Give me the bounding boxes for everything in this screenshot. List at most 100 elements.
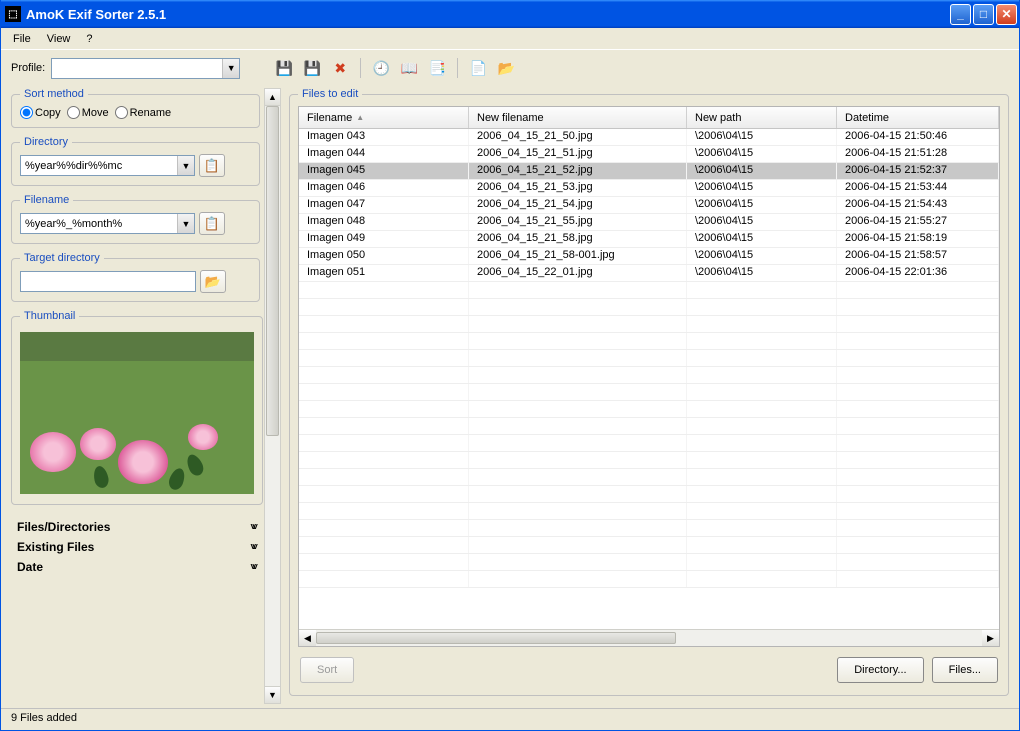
new-icon[interactable]: 📄	[466, 56, 490, 80]
table-row[interactable]: Imagen 0472006_04_15_21_54.jpg\2006\04\1…	[299, 197, 999, 214]
history-icon[interactable]: 🕘	[369, 56, 393, 80]
table-row-empty	[299, 333, 999, 350]
titlebar[interactable]: ⬚ AmoK Exif Sorter 2.5.1 _ □ ✕	[1, 0, 1019, 28]
menu-help[interactable]: ?	[78, 31, 100, 47]
table-hscrollbar[interactable]: ◀ ▶	[299, 629, 999, 646]
files-button[interactable]: Files...	[932, 657, 998, 683]
cell-datetime: 2006-04-15 21:55:27	[837, 214, 999, 230]
radio-rename[interactable]: Rename	[115, 106, 172, 119]
target-group: Target directory 📂	[11, 252, 260, 302]
app-icon: ⬚	[5, 6, 21, 22]
files-group: Files to edit Filename▲ New filename New…	[289, 88, 1009, 696]
table-row-empty	[299, 282, 999, 299]
menu-file[interactable]: File	[5, 31, 39, 47]
radio-move[interactable]: Move	[67, 106, 109, 119]
directory-button[interactable]: Directory...	[837, 657, 923, 683]
chevron-down-icon[interactable]: ▼	[177, 214, 194, 233]
open-folder-icon[interactable]: 📂	[494, 56, 518, 80]
cell-new-filename: 2006_04_15_21_53.jpg	[469, 180, 687, 196]
table-row[interactable]: Imagen 0432006_04_15_21_50.jpg\2006\04\1…	[299, 129, 999, 146]
files-legend: Files to edit	[298, 88, 362, 100]
directory-browse-icon[interactable]: 📋	[199, 154, 225, 177]
cell-new-filename: 2006_04_15_21_58-001.jpg	[469, 248, 687, 264]
table-row-empty	[299, 503, 999, 520]
directory-group: Directory ▼ 📋	[11, 136, 260, 186]
table-row-empty	[299, 520, 999, 537]
save-all-icon[interactable]: 💾	[300, 56, 324, 80]
scrollbar-thumb[interactable]	[266, 106, 279, 436]
target-legend: Target directory	[20, 252, 104, 264]
sort-asc-icon: ▲	[356, 113, 364, 122]
acc-existing-files[interactable]: Existing Files ˅˅	[15, 537, 256, 557]
scroll-up-icon[interactable]: ▲	[265, 89, 280, 106]
profile-combo[interactable]: ▼	[51, 58, 240, 79]
acc-files-directories[interactable]: Files/Directories ˅˅	[15, 517, 256, 537]
table-row-empty	[299, 384, 999, 401]
cell-new-path: \2006\04\15	[687, 146, 837, 162]
scroll-right-icon[interactable]: ▶	[982, 630, 999, 646]
scroll-down-icon[interactable]: ▼	[265, 686, 280, 703]
hscrollbar-thumb[interactable]	[316, 632, 676, 644]
chevron-down-icon[interactable]: ▼	[222, 59, 239, 78]
cell-datetime: 2006-04-15 21:58:19	[837, 231, 999, 247]
window-title: AmoK Exif Sorter 2.5.1	[26, 7, 950, 22]
menubar: File View ?	[1, 28, 1019, 50]
col-new-filename[interactable]: New filename	[469, 107, 687, 128]
profile-toolbar: Profile: ▼ 💾 💾 ✖ 🕘 📖 📑 📄 📂	[1, 50, 1019, 84]
filename-browse-icon[interactable]: 📋	[199, 212, 225, 235]
minimize-button[interactable]: _	[950, 4, 971, 25]
filename-combo[interactable]: ▼	[20, 213, 195, 234]
delete-icon[interactable]: ✖	[328, 56, 352, 80]
sort-button[interactable]: Sort	[300, 657, 354, 683]
cell-datetime: 2006-04-15 21:58:57	[837, 248, 999, 264]
cell-new-path: \2006\04\15	[687, 265, 837, 281]
table-row-empty	[299, 299, 999, 316]
cell-new-path: \2006\04\15	[687, 214, 837, 230]
col-datetime[interactable]: Datetime	[837, 107, 999, 128]
thumbnail-legend: Thumbnail	[20, 310, 79, 322]
table-row[interactable]: Imagen 0512006_04_15_22_01.jpg\2006\04\1…	[299, 265, 999, 282]
directory-combo[interactable]: ▼	[20, 155, 195, 176]
cell-new-filename: 2006_04_15_21_50.jpg	[469, 129, 687, 145]
cell-datetime: 2006-04-15 21:54:43	[837, 197, 999, 213]
left-scrollbar[interactable]: ▲ ▼	[264, 88, 281, 704]
filename-input[interactable]	[21, 214, 177, 233]
chevron-down-icon[interactable]: ▼	[177, 156, 194, 175]
cell-new-filename: 2006_04_15_22_01.jpg	[469, 265, 687, 281]
target-input[interactable]	[20, 271, 196, 292]
cell-new-path: \2006\04\15	[687, 231, 837, 247]
scroll-left-icon[interactable]: ◀	[299, 630, 316, 646]
table-row-empty	[299, 554, 999, 571]
button-row: Sort Directory... Files...	[298, 647, 1000, 687]
cell-filename: Imagen 049	[299, 231, 469, 247]
chevron-down-icon: ˅˅	[250, 562, 254, 573]
maximize-button[interactable]: □	[973, 4, 994, 25]
table-row[interactable]: Imagen 0442006_04_15_21_51.jpg\2006\04\1…	[299, 146, 999, 163]
profile-input[interactable]	[52, 59, 222, 78]
table-row-empty	[299, 469, 999, 486]
cell-datetime: 2006-04-15 21:51:28	[837, 146, 999, 162]
col-filename[interactable]: Filename▲	[299, 107, 469, 128]
menu-view[interactable]: View	[39, 31, 79, 47]
apply-icon[interactable]: 📑	[425, 56, 449, 80]
table-row[interactable]: Imagen 0452006_04_15_21_52.jpg\2006\04\1…	[299, 163, 999, 180]
book-icon[interactable]: 📖	[397, 56, 421, 80]
toolbar-separator	[457, 58, 458, 78]
filename-group: Filename ▼ 📋	[11, 194, 260, 244]
save-profile-icon[interactable]: 💾	[272, 56, 296, 80]
table-row[interactable]: Imagen 0482006_04_15_21_55.jpg\2006\04\1…	[299, 214, 999, 231]
app-window: ⬚ AmoK Exif Sorter 2.5.1 _ □ ✕ File View…	[0, 0, 1020, 731]
table-row-empty	[299, 435, 999, 452]
directory-input[interactable]	[21, 156, 177, 175]
table-row-empty	[299, 537, 999, 554]
table-row[interactable]: Imagen 0502006_04_15_21_58-001.jpg\2006\…	[299, 248, 999, 265]
table-row-empty	[299, 571, 999, 588]
target-browse-icon[interactable]: 📂	[200, 270, 226, 293]
profile-label: Profile:	[11, 62, 45, 74]
col-new-path[interactable]: New path	[687, 107, 837, 128]
radio-copy[interactable]: Copy	[20, 106, 61, 119]
acc-date[interactable]: Date ˅˅	[15, 557, 256, 577]
table-row[interactable]: Imagen 0492006_04_15_21_58.jpg\2006\04\1…	[299, 231, 999, 248]
close-button[interactable]: ✕	[996, 4, 1017, 25]
table-row[interactable]: Imagen 0462006_04_15_21_53.jpg\2006\04\1…	[299, 180, 999, 197]
